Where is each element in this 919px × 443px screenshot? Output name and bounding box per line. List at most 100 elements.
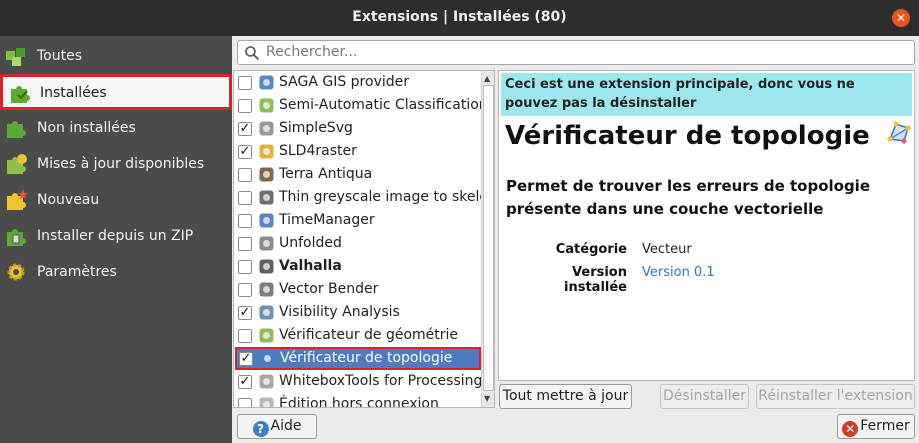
help-button[interactable]: ? Aide <box>237 414 317 439</box>
sidebar-item-nouveau[interactable]: Nouveau <box>0 182 232 218</box>
bender-icon <box>258 281 275 298</box>
plugin-description: Permet de trouver les erreurs de topolog… <box>506 177 870 218</box>
plugin-checkbox[interactable] <box>238 76 252 90</box>
category-value: Vecteur <box>642 242 692 257</box>
list-item[interactable]: Édition hors connexion <box>234 393 481 408</box>
list-item[interactable]: ✓ SLD4raster <box>234 140 481 163</box>
puzzle-zip-icon <box>4 225 28 247</box>
help-icon: ? <box>252 421 269 437</box>
close-button-label: Fermer <box>860 418 910 434</box>
update-all-button[interactable]: Tout mettre à jour <box>499 384 632 409</box>
list-item[interactable]: Valhalla <box>234 255 481 278</box>
puzzle-update-icon <box>4 153 28 175</box>
plugin-checkbox[interactable] <box>238 260 252 274</box>
list-item[interactable]: ✓ Vérificateur de topologie <box>235 347 481 370</box>
uninstall-button[interactable]: Désinstaller <box>660 384 749 409</box>
sidebar-item-installer-depuis-un-zip[interactable]: Installer depuis un ZIP <box>0 218 232 254</box>
unfolded-icon <box>258 235 275 252</box>
list-item[interactable]: Terra Antiqua <box>234 163 481 186</box>
sidebar-item-install-es[interactable]: Installées <box>0 74 232 110</box>
plugin-checkbox[interactable] <box>238 237 252 251</box>
list-item[interactable]: Unfolded <box>234 232 481 255</box>
plugin-checkbox[interactable] <box>238 168 252 182</box>
plugin-checkbox[interactable]: ✓ <box>238 145 252 159</box>
sidebar-item-mises-jour-disponibles[interactable]: Mises à jour disponibles <box>0 146 232 182</box>
sidebar-item-toutes[interactable]: Toutes <box>0 38 232 74</box>
list-item[interactable]: Thin greyscale image to skelet <box>234 186 493 209</box>
whitebox-icon <box>258 373 275 390</box>
plugin-name: Édition hors connexion <box>279 396 439 408</box>
version-label: Version installée <box>564 265 627 295</box>
plugin-list-scrollbar[interactable]: ▲ ▼ <box>481 71 494 407</box>
list-item[interactable]: ✓ SimpleSvg <box>234 117 481 140</box>
plugin-checkbox[interactable]: ✓ <box>238 375 252 389</box>
sidebar: Toutes Installées Non installées Mises à jo… <box>0 36 232 443</box>
plugin-name: Semi-Automatic Classification <box>279 97 488 113</box>
plugin-checkbox[interactable] <box>238 191 252 205</box>
puzzle-icon <box>4 117 28 139</box>
scroll-down-arrow-icon[interactable]: ▼ <box>484 394 490 403</box>
topology-checker-icon <box>887 121 911 144</box>
plugin-checkbox[interactable] <box>238 214 252 228</box>
sidebar-item-label: Non installées <box>37 120 136 136</box>
plugin-name: Visibility Analysis <box>279 304 400 320</box>
list-item[interactable]: TimeManager <box>234 209 481 232</box>
close-window-button[interactable]: ✕ <box>892 9 910 27</box>
sidebar-item-label: Toutes <box>37 48 83 64</box>
core-plugin-banner: Ceci est une extension principale, donc … <box>501 73 912 116</box>
list-item[interactable]: Semi-Automatic Classification <box>234 94 488 117</box>
plugin-name: Valhalla <box>279 258 342 274</box>
scroll-up-arrow-icon[interactable]: ▲ <box>484 74 490 83</box>
scp-icon <box>258 97 275 114</box>
list-item[interactable]: Vérificateur de géométrie <box>234 324 481 347</box>
plugin-name: SAGA GIS provider <box>279 74 409 90</box>
plugin-checkbox[interactable]: ✓ <box>239 352 253 366</box>
visibility-icon <box>258 304 275 321</box>
search-box[interactable]: Rechercher... <box>237 40 915 65</box>
plugin-checkbox[interactable] <box>238 398 252 407</box>
gear-icon <box>4 261 28 283</box>
close-button[interactable]: ✕ Fermer <box>837 414 915 439</box>
help-button-label: Aide <box>270 418 302 434</box>
plugin-checkbox[interactable] <box>238 99 252 113</box>
search-icon <box>245 46 260 61</box>
topology-icon <box>259 350 276 367</box>
skeleton-icon <box>258 189 275 206</box>
sidebar-item-param-tres[interactable]: Paramètres <box>0 254 232 290</box>
plugin-name: Vector Bender <box>279 281 379 297</box>
search-placeholder: Rechercher... <box>266 44 358 60</box>
window-title: Extensions | Installées (80) <box>352 9 567 25</box>
list-item[interactable]: ✓ WhiteboxTools for Processing <box>234 370 482 393</box>
saga-icon <box>258 74 275 91</box>
plugin-list[interactable]: SAGA GIS provider Semi-Automatic Classifi… <box>233 70 495 408</box>
sidebar-item-label: Installer depuis un ZIP <box>37 228 194 244</box>
plugin-title: Vérificateur de topologie <box>505 121 870 151</box>
list-item[interactable]: SAGA GIS provider <box>234 71 481 94</box>
offline-icon <box>258 396 275 407</box>
scrollbar-thumb[interactable] <box>483 85 494 391</box>
plugin-checkbox[interactable] <box>238 283 252 297</box>
plugin-checkbox[interactable] <box>238 329 252 343</box>
list-item[interactable]: Vector Bender <box>234 278 481 301</box>
plugin-name: Vérificateur de géométrie <box>279 327 459 343</box>
list-item[interactable]: ✓ Visibility Analysis <box>234 301 481 324</box>
plugin-name: SimpleSvg <box>279 120 353 136</box>
sld-icon <box>258 143 275 160</box>
version-value[interactable]: Version 0.1 <box>642 265 715 280</box>
plugin-checkbox[interactable]: ✓ <box>238 306 252 320</box>
plugin-name: Thin greyscale image to skelet <box>279 189 494 205</box>
valhalla-icon <box>258 258 275 275</box>
terra-icon <box>258 166 275 183</box>
reinstall-button[interactable]: Réinstaller l'extension <box>756 384 915 409</box>
puzzle-new-icon <box>4 189 28 211</box>
svg-icon <box>258 120 275 137</box>
sidebar-item-label: Nouveau <box>37 192 100 208</box>
plugin-checkbox[interactable]: ✓ <box>238 122 252 136</box>
sidebar-item-label: Mises à jour disponibles <box>37 156 205 172</box>
plugin-name: SLD4raster <box>279 143 357 159</box>
sidebar-item-label: Paramètres <box>37 264 117 280</box>
sidebar-item-label: Installées <box>40 85 107 101</box>
category-label: Catégorie <box>555 242 627 257</box>
plugin-name: Unfolded <box>279 235 342 251</box>
sidebar-item-non-install-es[interactable]: Non installées <box>0 110 232 146</box>
